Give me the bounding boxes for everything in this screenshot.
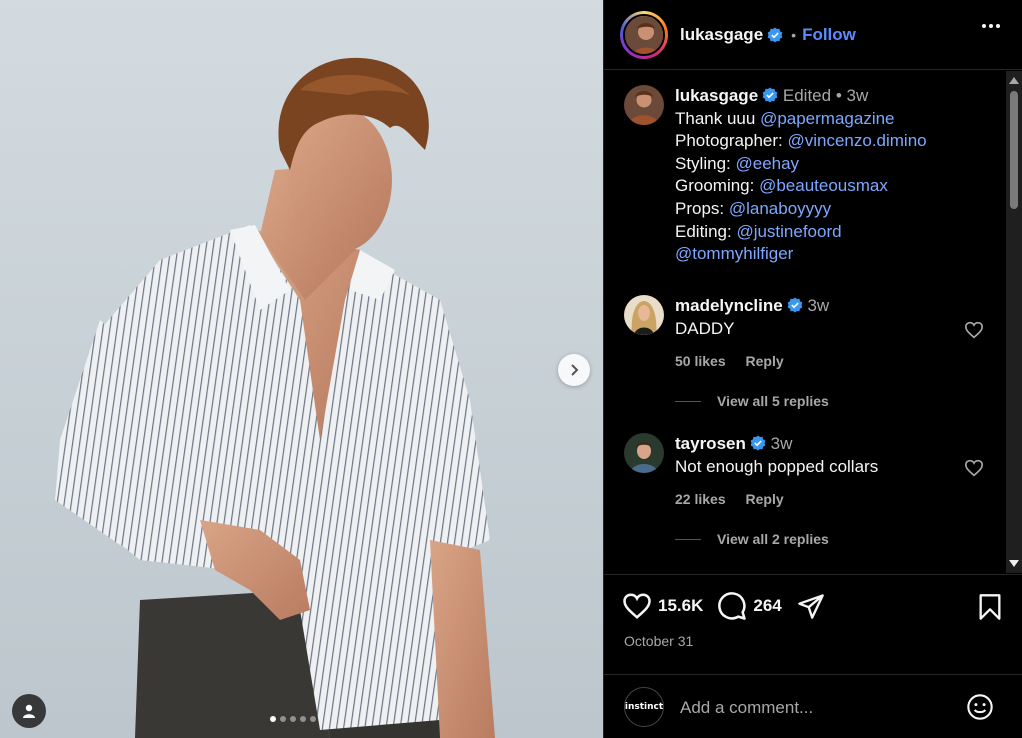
comment-text: Not enough popped collars: [675, 456, 879, 476]
verified-badge-icon: [787, 297, 803, 313]
caption-username[interactable]: lukasgage: [675, 86, 758, 105]
person-icon: [23, 704, 35, 718]
caption-line: Props: @lanaboyyyy: [675, 198, 832, 218]
header-separator: •: [791, 26, 797, 43]
comment-likes[interactable]: 50 likes: [675, 353, 726, 369]
photo-image: [0, 0, 603, 738]
comment-icon[interactable]: [717, 591, 747, 621]
reply-button[interactable]: Reply: [746, 491, 784, 507]
scroll-down-icon[interactable]: [1009, 560, 1019, 567]
carousel-dot: [310, 716, 316, 722]
follow-button[interactable]: Follow: [802, 25, 856, 45]
comments-list[interactable]: lukasgage Edited • 3w Thank uuu @paperma…: [604, 71, 1007, 573]
comment-likes[interactable]: 22 likes: [675, 491, 726, 507]
post-header: lukasgage • Follow: [604, 0, 1022, 70]
verified-badge-icon: [750, 435, 766, 451]
author-avatar[interactable]: [620, 10, 668, 59]
caption-dot: •: [835, 86, 842, 105]
comment-body: tayrosen 3w Not enough popped collars 22…: [675, 433, 975, 511]
comment-age[interactable]: 3w: [807, 296, 829, 315]
caption-age[interactable]: 3w: [847, 86, 869, 105]
caption-line: Thank uuu @papermagazine: [675, 108, 895, 128]
mention-link[interactable]: @vincenzo.dimino: [787, 131, 926, 150]
like-count[interactable]: 15.6K: [658, 596, 703, 616]
comment-age[interactable]: 3w: [771, 434, 793, 453]
mention-link[interactable]: @beauteousmax: [759, 176, 888, 195]
next-slide-button[interactable]: [558, 354, 590, 386]
add-comment-bar: instinct: [604, 674, 1022, 738]
carousel-dot: [270, 716, 276, 722]
heart-icon[interactable]: [622, 592, 652, 620]
heart-icon[interactable]: [964, 459, 984, 477]
comment-text: DADDY: [675, 318, 735, 338]
verified-badge-icon: [762, 87, 778, 103]
comment-input[interactable]: [680, 695, 950, 721]
carousel-dot: [300, 716, 306, 722]
tagged-users-button[interactable]: [12, 694, 46, 728]
reply-button[interactable]: Reply: [746, 353, 784, 369]
scroll-up-icon[interactable]: [1009, 77, 1019, 84]
caption-line: Styling: @eehay: [675, 153, 800, 173]
carousel-dot: [280, 716, 286, 722]
verified-badge-icon: [767, 27, 783, 42]
commenter-username[interactable]: madelyncline: [675, 296, 783, 315]
comment-count[interactable]: 264: [753, 596, 781, 616]
caption-body: lukasgage Edited • 3w Thank uuu @paperma…: [675, 85, 975, 266]
emoji-icon[interactable]: [966, 693, 994, 726]
post-side-panel: lukasgage • Follow lukasgage Edited • 3w…: [603, 0, 1022, 738]
view-replies-button[interactable]: View all 2 replies: [675, 531, 829, 547]
caption-line: Editing: @justinefoord: [675, 221, 842, 241]
mention-link[interactable]: @eehay: [735, 154, 799, 173]
post-date[interactable]: October 31: [624, 633, 693, 649]
mention-link[interactable]: @papermagazine: [760, 109, 894, 128]
author-username[interactable]: lukasgage: [680, 25, 763, 45]
bookmark-icon[interactable]: [978, 593, 1002, 626]
heart-icon[interactable]: [964, 321, 984, 339]
comment-item: tayrosen 3w Not enough popped collars 22…: [624, 433, 994, 553]
scrollbar-thumb[interactable]: [1010, 91, 1018, 209]
comment-item: madelyncline 3w DADDY 50 likes Reply Vie…: [624, 295, 994, 415]
mention-link[interactable]: @lanaboyyyy: [729, 199, 831, 218]
caption-edited: Edited: [782, 86, 832, 105]
caption-avatar[interactable]: [624, 85, 664, 125]
caption-line: Grooming: @beauteousmax: [675, 176, 888, 196]
commenter-avatar[interactable]: [624, 295, 664, 335]
share-icon[interactable]: [796, 592, 826, 620]
carousel-indicator: [270, 716, 316, 722]
comments-scrollbar[interactable]: [1006, 71, 1022, 573]
post-photo[interactable]: [0, 0, 603, 738]
caption-line: Photographer: @vincenzo.dimino: [675, 131, 927, 151]
chevron-right-icon: [571, 364, 579, 376]
post-actions: 15.6K 264 October 31: [604, 574, 1022, 674]
mention-link[interactable]: @tommyhilfiger: [675, 244, 793, 263]
comment-body: madelyncline 3w DADDY 50 likes Reply: [675, 295, 975, 373]
author-avatar-image: [625, 15, 663, 54]
commenter-avatar[interactable]: [624, 433, 664, 473]
view-replies-button[interactable]: View all 5 replies: [675, 393, 829, 409]
more-options-icon[interactable]: [982, 24, 1000, 28]
commenter-username[interactable]: tayrosen: [675, 434, 746, 453]
carousel-dot: [290, 716, 296, 722]
mention-link[interactable]: @justinefoord: [736, 222, 841, 241]
current-user-avatar[interactable]: instinct: [624, 687, 664, 727]
caption-line: @tommyhilfiger: [675, 243, 975, 266]
